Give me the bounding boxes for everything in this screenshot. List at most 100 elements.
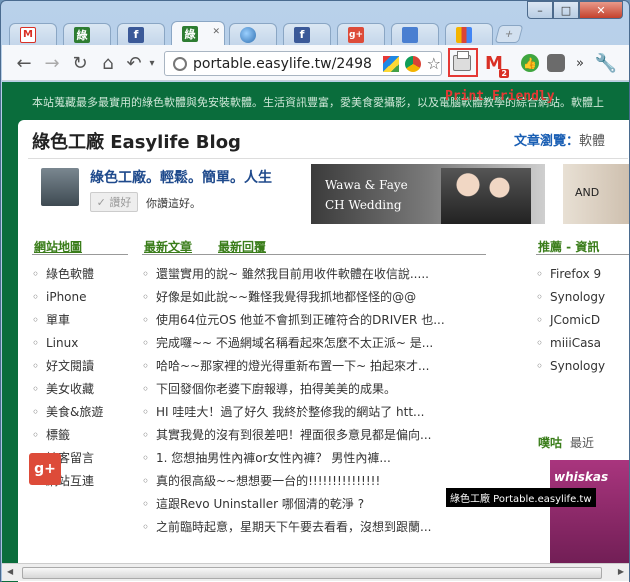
minimize-button[interactable]: – — [527, 1, 553, 19]
blue-app-icon — [402, 26, 418, 43]
reload-icon[interactable]: ↻ — [70, 53, 90, 74]
settings-menu-button[interactable]: 🔧 — [594, 52, 618, 74]
sitemap-item-reading[interactable]: 好文閱讀 — [32, 358, 103, 381]
latest-replies-heading[interactable]: 最新回覆 — [218, 238, 266, 255]
back-arrow-icon[interactable]: ← — [14, 53, 34, 74]
list-item[interactable]: 真的很高級~~想想要一台的!!!!!!!!!!!!!!! — [142, 473, 445, 496]
list-item[interactable]: 其實我覺的沒有到很差吧！裡面很多意見都是偏向... — [142, 427, 445, 450]
facebook-like-box: 綠色工廠。輕鬆。簡單。人生 ✓ 讚好 你讚這好。 — [38, 164, 302, 226]
like-button[interactable]: ✓ 讚好 — [90, 192, 138, 212]
sitemap-item-green-software[interactable]: 綠色軟體 — [32, 266, 103, 289]
tab-globe[interactable] — [229, 23, 277, 45]
chevron-right-icon: » — [576, 55, 584, 71]
tab-multicolor-app[interactable] — [445, 23, 493, 45]
list-item[interactable]: JComicD — [536, 312, 605, 335]
list-item[interactable]: 這跟Revo Uninstaller 哪個清的乾淨 ? — [142, 496, 445, 519]
easylife-icon: 綠 — [74, 26, 90, 43]
undo-icon[interactable]: ↶ — [124, 53, 144, 74]
plurk-label[interactable]: 噗咕 — [538, 436, 562, 450]
side-banner-ad[interactable]: AND — [563, 164, 629, 224]
category-value[interactable]: 軟體 — [579, 134, 605, 149]
list-item[interactable]: 之前臨時起意，星期天下午要去看看，沒想到跟蘭... — [142, 519, 445, 542]
google-plus-icon[interactable]: g+ — [29, 453, 61, 485]
sitemap-item-linux[interactable]: Linux — [32, 335, 103, 358]
horizontal-scrollbar[interactable]: ◀ ▶ — [2, 563, 629, 581]
extensions-overflow-button[interactable]: » — [570, 53, 590, 73]
tab-facebook-2[interactable]: f — [283, 23, 331, 45]
close-button[interactable]: ✕ — [579, 1, 623, 19]
tab-facebook[interactable]: f — [117, 23, 165, 45]
list-item[interactable]: 哈哈~~那家裡的燈光得重新布置一下~ 拍起來才... — [142, 358, 445, 381]
list-item[interactable]: Firefox 9 — [536, 266, 605, 289]
page-info-icon[interactable] — [173, 56, 187, 71]
divider — [32, 254, 128, 255]
browser-window: – □ ✕ M 綠 f 綠 ✕ f g+ + ← → ↻ ⌂ ↶ ▾ porta… — [0, 0, 630, 582]
sitemap-item-beauty[interactable]: 美女收藏 — [32, 381, 103, 404]
tab-blue-app[interactable] — [391, 23, 439, 45]
avatar[interactable] — [41, 168, 79, 206]
list-item[interactable]: Synology — [536, 289, 605, 312]
print-friendly-annotation: Print Friendly — [445, 89, 555, 104]
wedding-ad-line1: Wawa & Faye — [325, 178, 408, 192]
divider — [536, 254, 629, 255]
list-item[interactable]: 好像是如此說~~難怪我覺得我抓地都怪怪的@@ — [142, 289, 445, 312]
chevron-down-icon[interactable]: ▾ — [142, 53, 162, 73]
category-browser[interactable]: 文章瀏覽：軟體 — [514, 130, 605, 149]
facebook-icon: f — [128, 26, 144, 43]
address-bar[interactable]: portable.easylife.tw/2498 ☆ — [164, 51, 442, 76]
blog-title[interactable]: 綠色工廠 Easylife Blog — [32, 128, 241, 154]
sitemap-item-food-travel[interactable]: 美食&旅遊 — [32, 404, 103, 427]
new-tab-button[interactable]: + — [494, 25, 524, 43]
facebook-icon: f — [294, 26, 310, 43]
sitemap-item-bicycle[interactable]: 單車 — [32, 312, 103, 335]
url-text[interactable]: portable.easylife.tw/2498 — [193, 56, 393, 72]
wedding-banner-ad[interactable]: Wawa & Faye CH Wedding — [311, 164, 545, 224]
whiskas-ad[interactable]: whiskas — [550, 460, 629, 570]
list-item[interactable]: miiiCasa — [536, 335, 605, 358]
recommend-heading: 推薦 - 資訊 — [538, 240, 600, 254]
evernote-button[interactable] — [546, 53, 566, 73]
facebook-page-name[interactable]: 綠色工廠。輕鬆。簡單。人生 — [90, 167, 272, 187]
close-tab-icon[interactable]: ✕ — [212, 27, 220, 37]
web-page: 本站蒐藏最多最實用的綠色軟體與免安裝軟體。生活資訊豐富，愛美食愛攝影，以及電腦軟… — [2, 82, 629, 582]
thumbs-up-button[interactable]: 👍 — [520, 53, 540, 73]
browser-toolbar: ← → ↻ ⌂ ↶ ▾ portable.easylife.tw/2498 ☆ … — [2, 45, 629, 81]
latest-posts-heading[interactable]: 最新文章 — [144, 238, 192, 255]
sitemap-heading[interactable]: 網站地圖 — [34, 238, 82, 255]
list-item[interactable]: 下回發個你老婆下廚報導，拍得美美的成果。 — [142, 381, 445, 404]
tab-strip: M 綠 f 綠 ✕ f g+ + — [9, 21, 524, 45]
tab-easylife[interactable]: 綠 — [63, 23, 111, 45]
gmail-icon: M2 — [485, 52, 509, 78]
list-item[interactable]: HI 哇哇大！過了好久 我終於整修我的網站了 htt... — [142, 404, 445, 427]
unread-count-badge: 2 — [499, 68, 509, 78]
latest-list: 還蠻實用的說~ 雖然我目前用收件軟體在收信說..... 好像是如此說~~難怪我覺… — [142, 266, 445, 542]
google-plus-icon: g+ — [348, 26, 364, 43]
list-item[interactable]: 完成囉~~ 不過網域名稱看起來怎麼不太正派~ 是... — [142, 335, 445, 358]
forward-arrow-icon[interactable]: → — [42, 53, 62, 74]
sitemap-item-iphone[interactable]: iPhone — [32, 289, 103, 312]
list-item[interactable]: 還蠻實用的說~ 雖然我目前用收件軟體在收信說..... — [142, 266, 445, 289]
scrollbar-thumb[interactable] — [22, 567, 602, 579]
list-item[interactable]: 1. 您想抽男性內褲or女性內褲？ 男性內褲... — [142, 450, 445, 473]
recent-label: 最近 — [570, 436, 595, 450]
scroll-left-icon[interactable]: ◀ — [7, 567, 13, 576]
divider — [142, 254, 486, 255]
tab-google-plus[interactable]: g+ — [337, 23, 385, 45]
gmail-icon: M — [20, 26, 36, 43]
window-controls: – □ ✕ — [527, 1, 623, 19]
content-card: 綠色工廠 Easylife Blog 文章瀏覽：軟體 綠色工廠。輕鬆。簡單。人生… — [18, 120, 629, 582]
wrench-icon: 🔧 — [594, 52, 618, 74]
sitemap-item-tags[interactable]: 標籤 — [32, 427, 103, 450]
tab-easylife-active[interactable]: 綠 ✕ — [171, 21, 225, 45]
chrome-icon[interactable] — [404, 56, 421, 72]
tab-gmail[interactable]: M — [9, 23, 57, 45]
maximize-button[interactable]: □ — [553, 1, 579, 19]
gmail-checker-button[interactable]: M2 — [484, 52, 509, 78]
scroll-right-icon[interactable]: ▶ — [618, 567, 624, 576]
home-icon[interactable]: ⌂ — [98, 53, 118, 74]
list-item[interactable]: 使用64位元OS 他並不會抓到正確符合的DRIVER 也... — [142, 312, 445, 335]
color-extension-icon[interactable] — [382, 56, 399, 72]
bookmark-star-icon[interactable]: ☆ — [427, 56, 441, 72]
list-item[interactable]: Synology — [536, 358, 605, 381]
highlight-box — [448, 48, 478, 77]
